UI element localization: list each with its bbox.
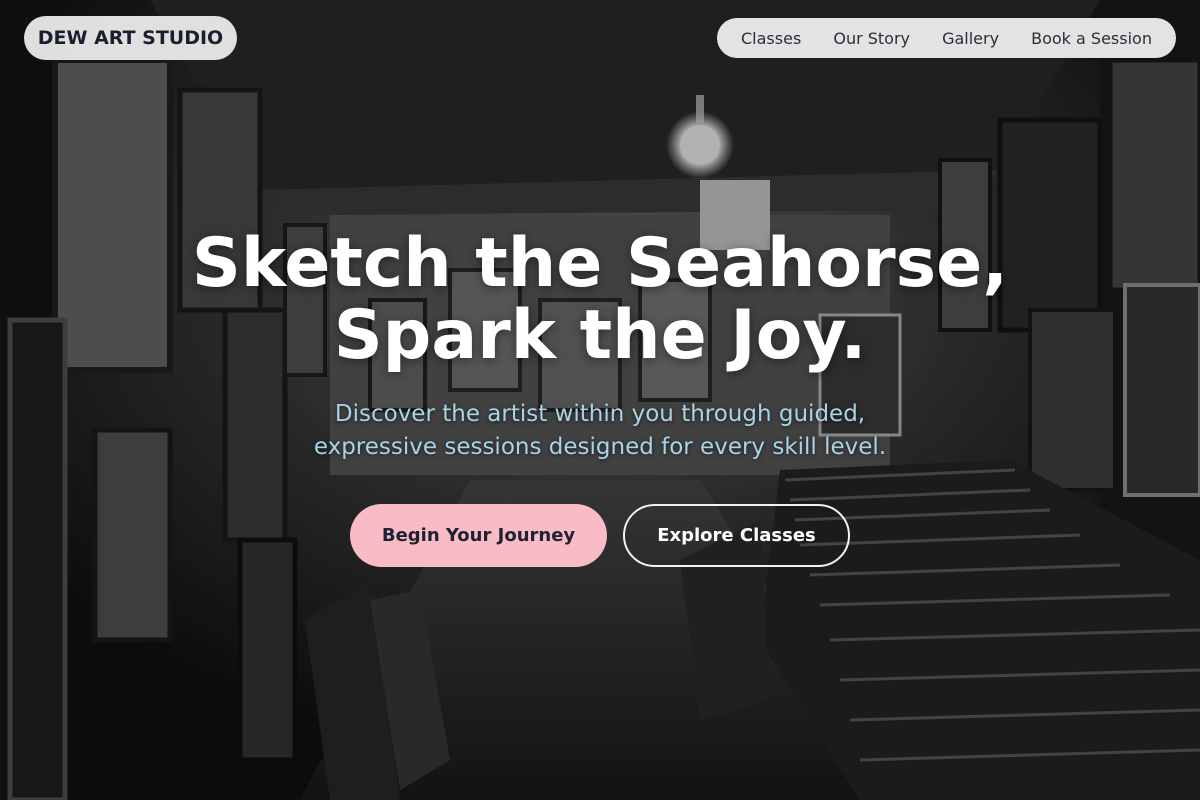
hero-subtitle: Discover the artist within you through g…	[0, 398, 1200, 464]
explore-classes-button[interactable]: Explore Classes	[623, 504, 850, 567]
begin-journey-button[interactable]: Begin Your Journey	[350, 504, 607, 567]
hero-subtitle-line-2: expressive sessions designed for every s…	[313, 434, 887, 460]
hero-subtitle-line-1: Discover the artist within you through g…	[334, 401, 866, 427]
nav-link-book-a-session[interactable]: Book a Session	[1031, 29, 1152, 48]
nav-link-our-story[interactable]: Our Story	[833, 29, 910, 48]
nav-link-classes[interactable]: Classes	[741, 29, 801, 48]
brand-logo[interactable]: DEW ART STUDIO	[24, 16, 237, 60]
hero-headline-line-2: Spark the Joy.	[333, 296, 867, 375]
hero-headline: Sketch the Seahorse, Spark the Joy.	[0, 228, 1200, 372]
nav-link-gallery[interactable]: Gallery	[942, 29, 999, 48]
main-nav: Classes Our Story Gallery Book a Session	[717, 18, 1176, 58]
hero-headline-line-1: Sketch the Seahorse,	[191, 224, 1009, 303]
